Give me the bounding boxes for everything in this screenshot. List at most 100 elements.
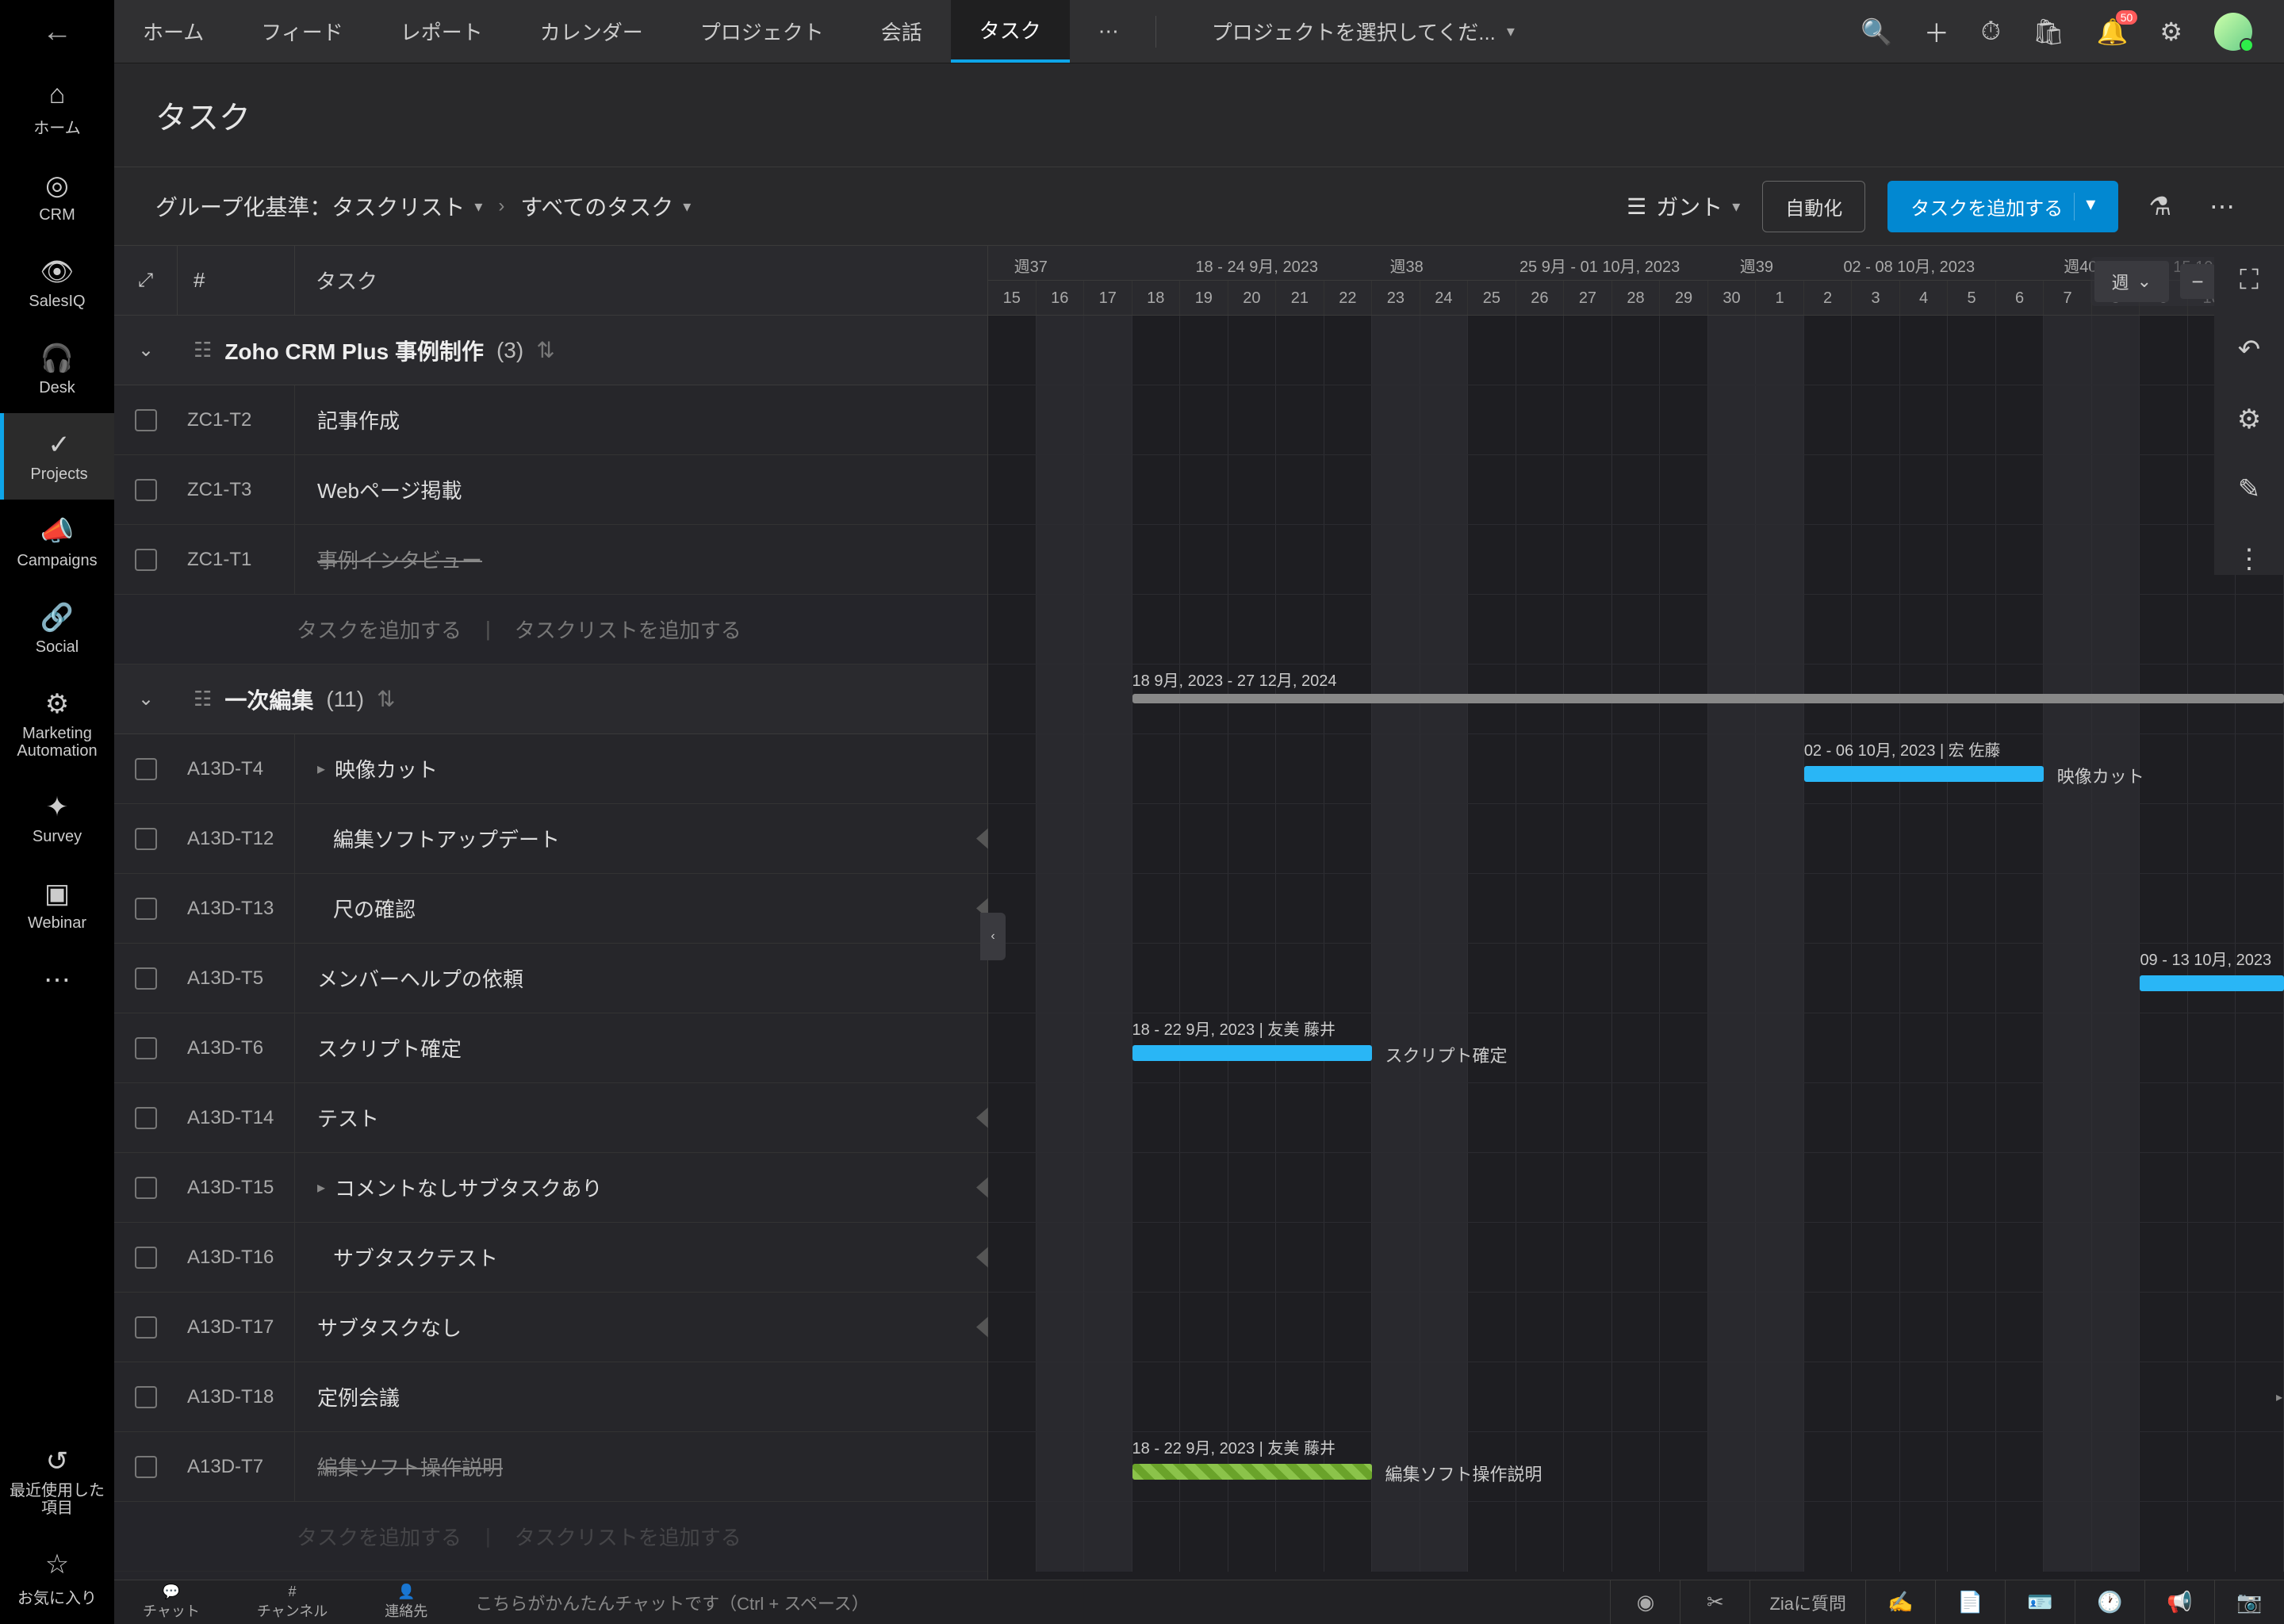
kebab-icon[interactable]: ⋯	[2202, 185, 2243, 228]
doc-icon[interactable]: 📄	[1935, 1580, 2005, 1624]
task-checkbox[interactable]	[135, 1037, 157, 1059]
gantt-bar[interactable]	[2140, 975, 2284, 991]
rail-webinar[interactable]: ▣Webinar	[0, 862, 114, 948]
task-row[interactable]: A13D-T6 スクリプト確定	[114, 1013, 987, 1083]
add-task-link[interactable]: タスクを追加する	[297, 615, 462, 644]
task-checkbox[interactable]	[135, 1386, 157, 1408]
task-row[interactable]: A13D-T4 ▸映像カット	[114, 734, 987, 804]
bottom-chat-tab[interactable]: 💬チャット	[114, 1580, 228, 1624]
clip-icon[interactable]: ✂	[1680, 1580, 1749, 1624]
edit-icon[interactable]: ✎	[2238, 473, 2261, 505]
zia-link[interactable]: Ziaに質問	[1749, 1580, 1865, 1624]
task-checkbox[interactable]	[135, 409, 157, 431]
settings-icon[interactable]: ⚙	[2159, 17, 2182, 47]
rail-salesiq[interactable]: 👁SalesIQ	[0, 240, 114, 327]
task-checkbox[interactable]	[135, 828, 157, 850]
zoom-out-button[interactable]: −	[2180, 264, 2215, 299]
gantt-bar[interactable]	[1804, 766, 2044, 782]
rail-social[interactable]: 🔗Social	[0, 586, 114, 672]
task-row[interactable]: A13D-T18 定例会議	[114, 1362, 987, 1432]
rail-more[interactable]: ⋯	[0, 948, 114, 1012]
chevron-down-icon[interactable]: ▾	[2074, 193, 2095, 220]
group-by-selector[interactable]: グループ化基準：タスクリスト▾	[155, 190, 482, 222]
tab-calendar[interactable]: カレンダー	[512, 0, 672, 63]
filter-icon[interactable]: ⚗	[2140, 185, 2179, 228]
task-checkbox[interactable]	[135, 967, 157, 990]
task-row[interactable]: A13D-T12 編集ソフトアップデート	[114, 804, 987, 874]
view-mode-selector[interactable]: ☰ガント▾	[1627, 190, 1740, 222]
task-checkbox[interactable]	[135, 1177, 157, 1199]
task-row[interactable]: A13D-T17 サブタスクなし	[114, 1293, 987, 1362]
more-vert-icon[interactable]: ⋮	[2236, 543, 2263, 575]
task-row[interactable]: A13D-T14 テスト	[114, 1083, 987, 1153]
bottom-channel-tab[interactable]: #チャンネル	[228, 1580, 356, 1624]
task-checkbox[interactable]	[135, 1316, 157, 1339]
sort-icon[interactable]: ⇅	[377, 686, 395, 712]
gantt-bar[interactable]	[1132, 1045, 1373, 1061]
undo-icon[interactable]: ↶	[2238, 334, 2261, 366]
record-icon[interactable]: ◉	[1610, 1580, 1680, 1624]
task-checkbox[interactable]	[135, 479, 157, 501]
add-tasklist-link[interactable]: タスクリストを追加する	[515, 615, 742, 644]
rail-campaigns[interactable]: 📣Campaigns	[0, 500, 114, 586]
plus-icon[interactable]: ＋	[1924, 13, 1949, 50]
rail-home[interactable]: ⌂ホーム	[0, 63, 114, 154]
tab-report[interactable]: レポート	[372, 0, 512, 63]
back-button[interactable]: ←	[0, 0, 114, 63]
tab-more[interactable]: ⋯	[1070, 0, 1148, 63]
rail-favorites[interactable]: ☆お気に入り	[0, 1533, 114, 1624]
task-row[interactable]: A13D-T16 サブタスクテスト	[114, 1223, 987, 1293]
tab-project[interactable]: プロジェクト	[672, 0, 853, 63]
sliders-icon[interactable]: ⚙	[2237, 404, 2261, 435]
fullscreen-icon[interactable]: ⛶	[2240, 265, 2259, 296]
task-row[interactable]: A13D-T7 編集ソフト操作説明	[114, 1432, 987, 1502]
tab-conversation[interactable]: 会話	[853, 0, 951, 63]
group-header-1[interactable]: ⌄ ☷Zoho CRM Plus 事例制作(3)⇅	[114, 316, 987, 385]
chevron-down-icon[interactable]: ⌄	[114, 688, 178, 710]
bag-icon[interactable]: 🛍	[2033, 17, 2065, 47]
task-filter-selector[interactable]: すべてのタスク▾	[520, 190, 691, 222]
rail-desk[interactable]: 🎧Desk	[0, 327, 114, 413]
expand-all-icon[interactable]: ⤢	[114, 246, 178, 315]
task-checkbox[interactable]	[135, 898, 157, 920]
scribble-icon[interactable]: ✍	[1865, 1580, 1935, 1624]
rail-survey[interactable]: ✦Survey	[0, 776, 114, 862]
id-icon[interactable]: 🪪	[2005, 1580, 2075, 1624]
task-row[interactable]: ZC1-T2 記事作成	[114, 385, 987, 455]
gantt-bar[interactable]	[1132, 1464, 1373, 1480]
chevron-down-icon[interactable]: ⌄	[114, 339, 178, 362]
task-checkbox[interactable]	[135, 758, 157, 780]
task-row[interactable]: A13D-T15 ▸コメントなしサブタスクあり	[114, 1153, 987, 1223]
clock-icon[interactable]: 🕐	[2075, 1580, 2144, 1624]
sort-icon[interactable]: ⇅	[536, 337, 554, 363]
tab-feed[interactable]: フィード	[232, 0, 371, 63]
rail-recent[interactable]: ↺最近使用した項目	[0, 1430, 114, 1533]
zoom-scale-selector[interactable]: 週⌄	[2094, 261, 2169, 302]
timer-icon[interactable]: ⏱	[1981, 17, 2001, 47]
tab-home[interactable]: ホーム	[114, 0, 232, 63]
task-row[interactable]: ZC1-T1 事例インタビュー	[114, 525, 987, 595]
tab-task[interactable]: タスク	[951, 0, 1070, 63]
task-checkbox[interactable]	[135, 1456, 157, 1478]
pane-collapse-handle[interactable]: ‹	[980, 913, 1006, 960]
automation-button[interactable]: 自動化	[1762, 181, 1865, 232]
add-task-link[interactable]: タスクを追加する	[297, 1522, 462, 1551]
search-icon[interactable]: 🔍	[1861, 17, 1892, 47]
bottom-contacts-tab[interactable]: 👤連絡先	[356, 1580, 456, 1624]
rail-projects[interactable]: ✓Projects	[0, 413, 114, 500]
add-tasklist-link[interactable]: タスクリストを追加する	[515, 1522, 742, 1551]
quick-chat-input[interactable]: こちらがかんたんチャットです（Ctrl + スペース）	[456, 1590, 1610, 1615]
rail-crm[interactable]: ◎CRM	[0, 154, 114, 240]
announce-icon[interactable]: 📢	[2144, 1580, 2214, 1624]
group-header-2[interactable]: ⌄ ☷一次編集(11)⇅	[114, 665, 987, 734]
avatar[interactable]	[2214, 13, 2252, 51]
task-checkbox[interactable]	[135, 1107, 157, 1129]
task-row[interactable]: A13D-T5 メンバーヘルプの依頼	[114, 944, 987, 1013]
task-row[interactable]: ZC1-T3 Webページ掲載	[114, 455, 987, 525]
add-task-button[interactable]: タスクを追加する▾	[1887, 181, 2118, 232]
project-selector[interactable]: プロジェクトを選択してくだ...▾	[1196, 9, 1531, 54]
task-checkbox[interactable]	[135, 1247, 157, 1269]
task-row[interactable]: A13D-T13 尺の確認	[114, 874, 987, 944]
bell-icon[interactable]: 🔔50	[2096, 17, 2128, 47]
rail-marketing[interactable]: ⚙Marketing Automation	[0, 672, 114, 776]
